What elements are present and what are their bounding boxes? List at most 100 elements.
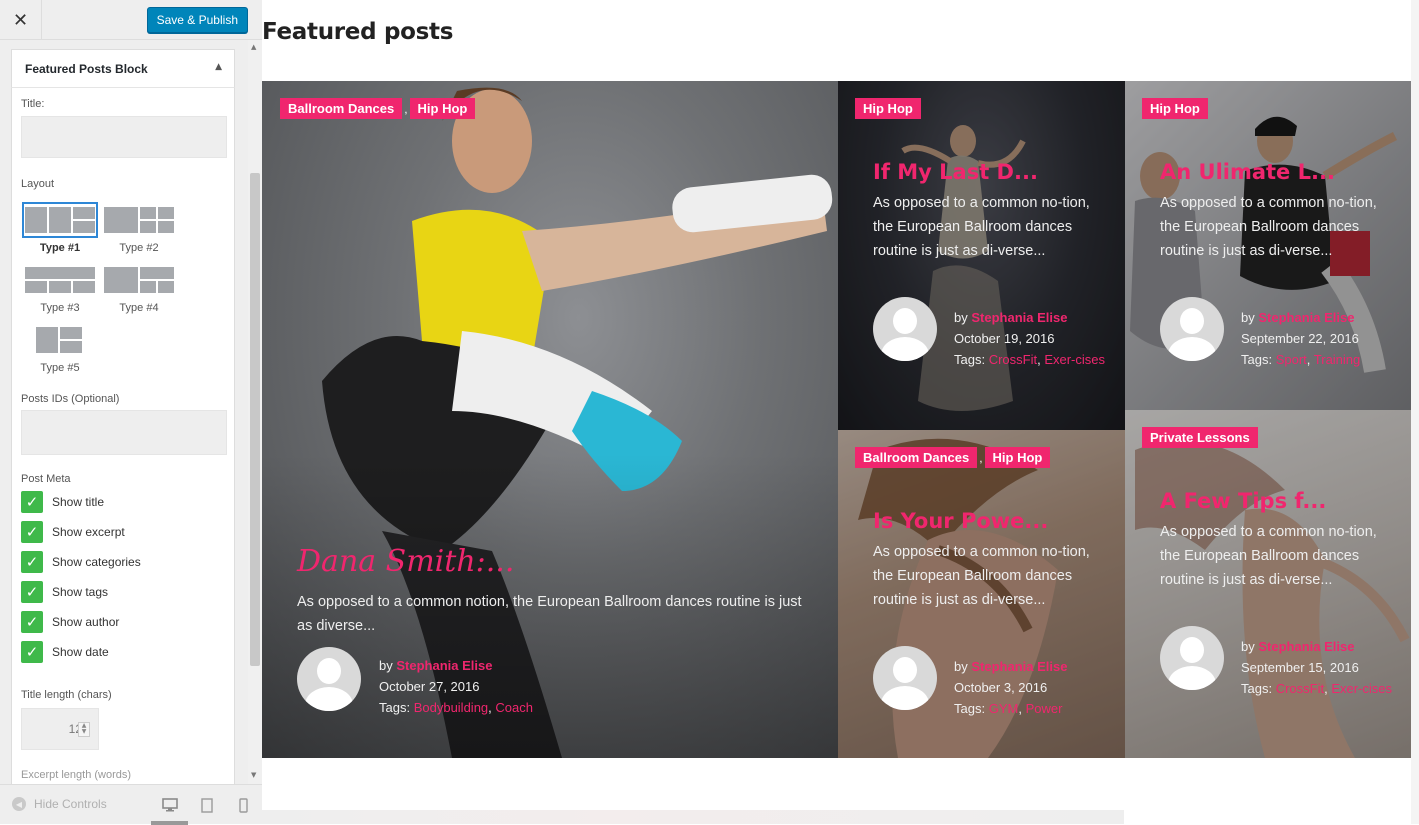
layout-type-5-thumbnail — [22, 322, 98, 358]
title-length-stepper[interactable]: 12 ▲ ▼ — [21, 708, 99, 750]
post-excerpt: As opposed to a common no-tion, the Euro… — [1160, 524, 1377, 588]
featured-post-card[interactable]: Ballroom Dances , Hip Hop Dana Smith:...… — [262, 81, 838, 758]
layout-type-5[interactable]: Type #5 — [20, 320, 100, 380]
hide-controls-button[interactable]: ◀ Hide Controls — [12, 797, 107, 811]
title-length-value: 12 — [68, 722, 82, 736]
checkmark-icon[interactable]: ✓ — [21, 581, 43, 603]
layout-type-3[interactable]: Type #3 — [20, 260, 100, 320]
tag-link[interactable]: Training — [1314, 352, 1360, 367]
post-excerpt: As opposed to a common no-tion, the Euro… — [1160, 195, 1377, 259]
section-header[interactable]: Featured Posts Block ▲ — [11, 49, 235, 88]
desktop-icon[interactable] — [160, 795, 180, 815]
post-title[interactable]: Dana Smith:... — [297, 544, 514, 579]
sidebar-scrollbar[interactable]: ▲ ▼ — [248, 40, 262, 784]
checkmark-icon[interactable]: ✓ — [21, 641, 43, 663]
tablet-icon[interactable] — [197, 795, 217, 815]
tag-link[interactable]: Coach — [495, 700, 533, 715]
show-title-checkbox[interactable]: ✓ Show title — [21, 491, 221, 513]
author-link[interactable]: Stephania Elise — [971, 659, 1067, 674]
scroll-up-icon[interactable]: ▲ — [251, 43, 256, 51]
checkbox-label: Show tags — [52, 585, 109, 599]
layout-type-4-label: Type #4 — [119, 302, 159, 314]
checkmark-icon[interactable]: ✓ — [21, 611, 43, 633]
checkbox-label: Show categories — [52, 555, 141, 569]
scroll-down-icon[interactable]: ▼ — [251, 771, 256, 779]
post-title[interactable]: If My Last D... — [873, 160, 1038, 184]
layout-type-5-label: Type #5 — [40, 362, 80, 374]
author-avatar[interactable] — [297, 647, 361, 711]
by-label: by — [954, 659, 968, 674]
category-badge[interactable]: Hip Hop — [1142, 98, 1208, 119]
next-section-preview — [262, 810, 1124, 824]
active-device-indicator — [151, 821, 188, 825]
featured-post-card[interactable]: Private Lessons A Few Tips f... As oppos… — [1125, 410, 1411, 758]
author-link[interactable]: Stephania Elise — [1258, 639, 1354, 654]
tags-label: Tags: — [379, 700, 411, 715]
preview-scrollbar[interactable] — [1411, 0, 1419, 824]
tags-label: Tags: — [954, 701, 986, 716]
by-label: by — [954, 310, 968, 325]
tag-link[interactable]: Sport — [1276, 352, 1307, 367]
category-list: Ballroom Dances , Hip Hop — [855, 447, 1051, 468]
show-tags-checkbox[interactable]: ✓ Show tags — [21, 581, 221, 603]
excerpt-length-label: Excerpt length (words) — [21, 769, 132, 781]
author-avatar[interactable] — [1160, 297, 1224, 361]
stepper-arrows-icon[interactable]: ▲ ▼ — [78, 722, 90, 737]
scroll-thumb[interactable] — [250, 173, 260, 666]
tag-link[interactable]: CrossFit — [1276, 681, 1324, 696]
author-avatar[interactable] — [1160, 626, 1224, 690]
tag-link[interactable]: Power — [1026, 701, 1063, 716]
featured-post-card[interactable]: Hip Hop If My Last D... As opposed to a … — [838, 81, 1125, 430]
checkmark-icon[interactable]: ✓ — [21, 551, 43, 573]
close-customizer-button[interactable]: ✕ — [0, 0, 42, 40]
layout-type-1[interactable]: Type #1 — [20, 200, 100, 260]
category-separator: , — [979, 450, 983, 465]
customizer-panel: Featured Posts Block ▲ Title: Layout Typ… — [0, 40, 262, 784]
featured-post-card[interactable]: Ballroom Dances , Hip Hop Is Your Powe..… — [838, 430, 1125, 758]
block-title: Featured posts — [262, 19, 454, 45]
tag-link[interactable]: CrossFit — [989, 352, 1037, 367]
show-date-checkbox[interactable]: ✓ Show date — [21, 641, 221, 663]
show-excerpt-checkbox[interactable]: ✓ Show excerpt — [21, 521, 221, 543]
checkbox-label: Show date — [52, 645, 109, 659]
tag-link[interactable]: Bodybuilding — [414, 700, 488, 715]
show-categories-checkbox[interactable]: ✓ Show categories — [21, 551, 221, 573]
tag-link[interactable]: Exer-cises — [1331, 681, 1392, 696]
title-input[interactable] — [21, 116, 227, 158]
post-excerpt: As opposed to a common notion, the Europ… — [297, 594, 802, 634]
category-badge[interactable]: Hip Hop — [984, 447, 1051, 468]
post-date: September 15, 2016 — [1241, 660, 1359, 675]
post-meta: by Stephania Elise October 19, 2016 Tags… — [954, 307, 1114, 370]
mobile-icon[interactable] — [233, 795, 253, 815]
category-badge[interactable]: Hip Hop — [855, 98, 921, 119]
post-title[interactable]: A Few Tips f... — [1160, 489, 1326, 513]
customizer-header: ✕ Save & Publish — [0, 0, 262, 40]
tag-link[interactable]: Exer-cises — [1044, 352, 1105, 367]
author-link[interactable]: Stephania Elise — [396, 658, 492, 673]
post-date: October 27, 2016 — [379, 679, 480, 694]
featured-post-card[interactable]: Hip Hop An Ulimate L... As opposed to a … — [1125, 81, 1411, 410]
posts-ids-input[interactable] — [21, 410, 227, 455]
post-title[interactable]: Is Your Powe... — [873, 509, 1048, 533]
hide-controls-label: Hide Controls — [34, 797, 107, 811]
layout-type-4[interactable]: Type #4 — [99, 260, 179, 320]
customizer-sidebar: ✕ Save & Publish Featured Posts Block ▲ … — [0, 0, 262, 825]
customizer-footer: ◀ Hide Controls — [0, 784, 262, 825]
category-badge[interactable]: Ballroom Dances — [280, 98, 403, 119]
collapse-arrow-icon[interactable]: ▲ — [215, 62, 222, 72]
author-link[interactable]: Stephania Elise — [1258, 310, 1354, 325]
author-link[interactable]: Stephania Elise — [971, 310, 1067, 325]
checkmark-icon[interactable]: ✓ — [21, 521, 43, 543]
show-author-checkbox[interactable]: ✓ Show author — [21, 611, 221, 633]
category-badge[interactable]: Ballroom Dances — [855, 447, 978, 468]
tags-label: Tags: — [954, 352, 986, 367]
tag-link[interactable]: GYM — [989, 701, 1019, 716]
layout-type-2[interactable]: Type #2 — [99, 200, 179, 260]
save-publish-button[interactable]: Save & Publish — [146, 7, 248, 33]
author-avatar[interactable] — [873, 646, 937, 710]
checkmark-icon[interactable]: ✓ — [21, 491, 43, 513]
category-badge[interactable]: Private Lessons — [1142, 427, 1258, 448]
post-title[interactable]: An Ulimate L... — [1160, 160, 1335, 184]
category-badge[interactable]: Hip Hop — [409, 98, 476, 119]
author-avatar[interactable] — [873, 297, 937, 361]
